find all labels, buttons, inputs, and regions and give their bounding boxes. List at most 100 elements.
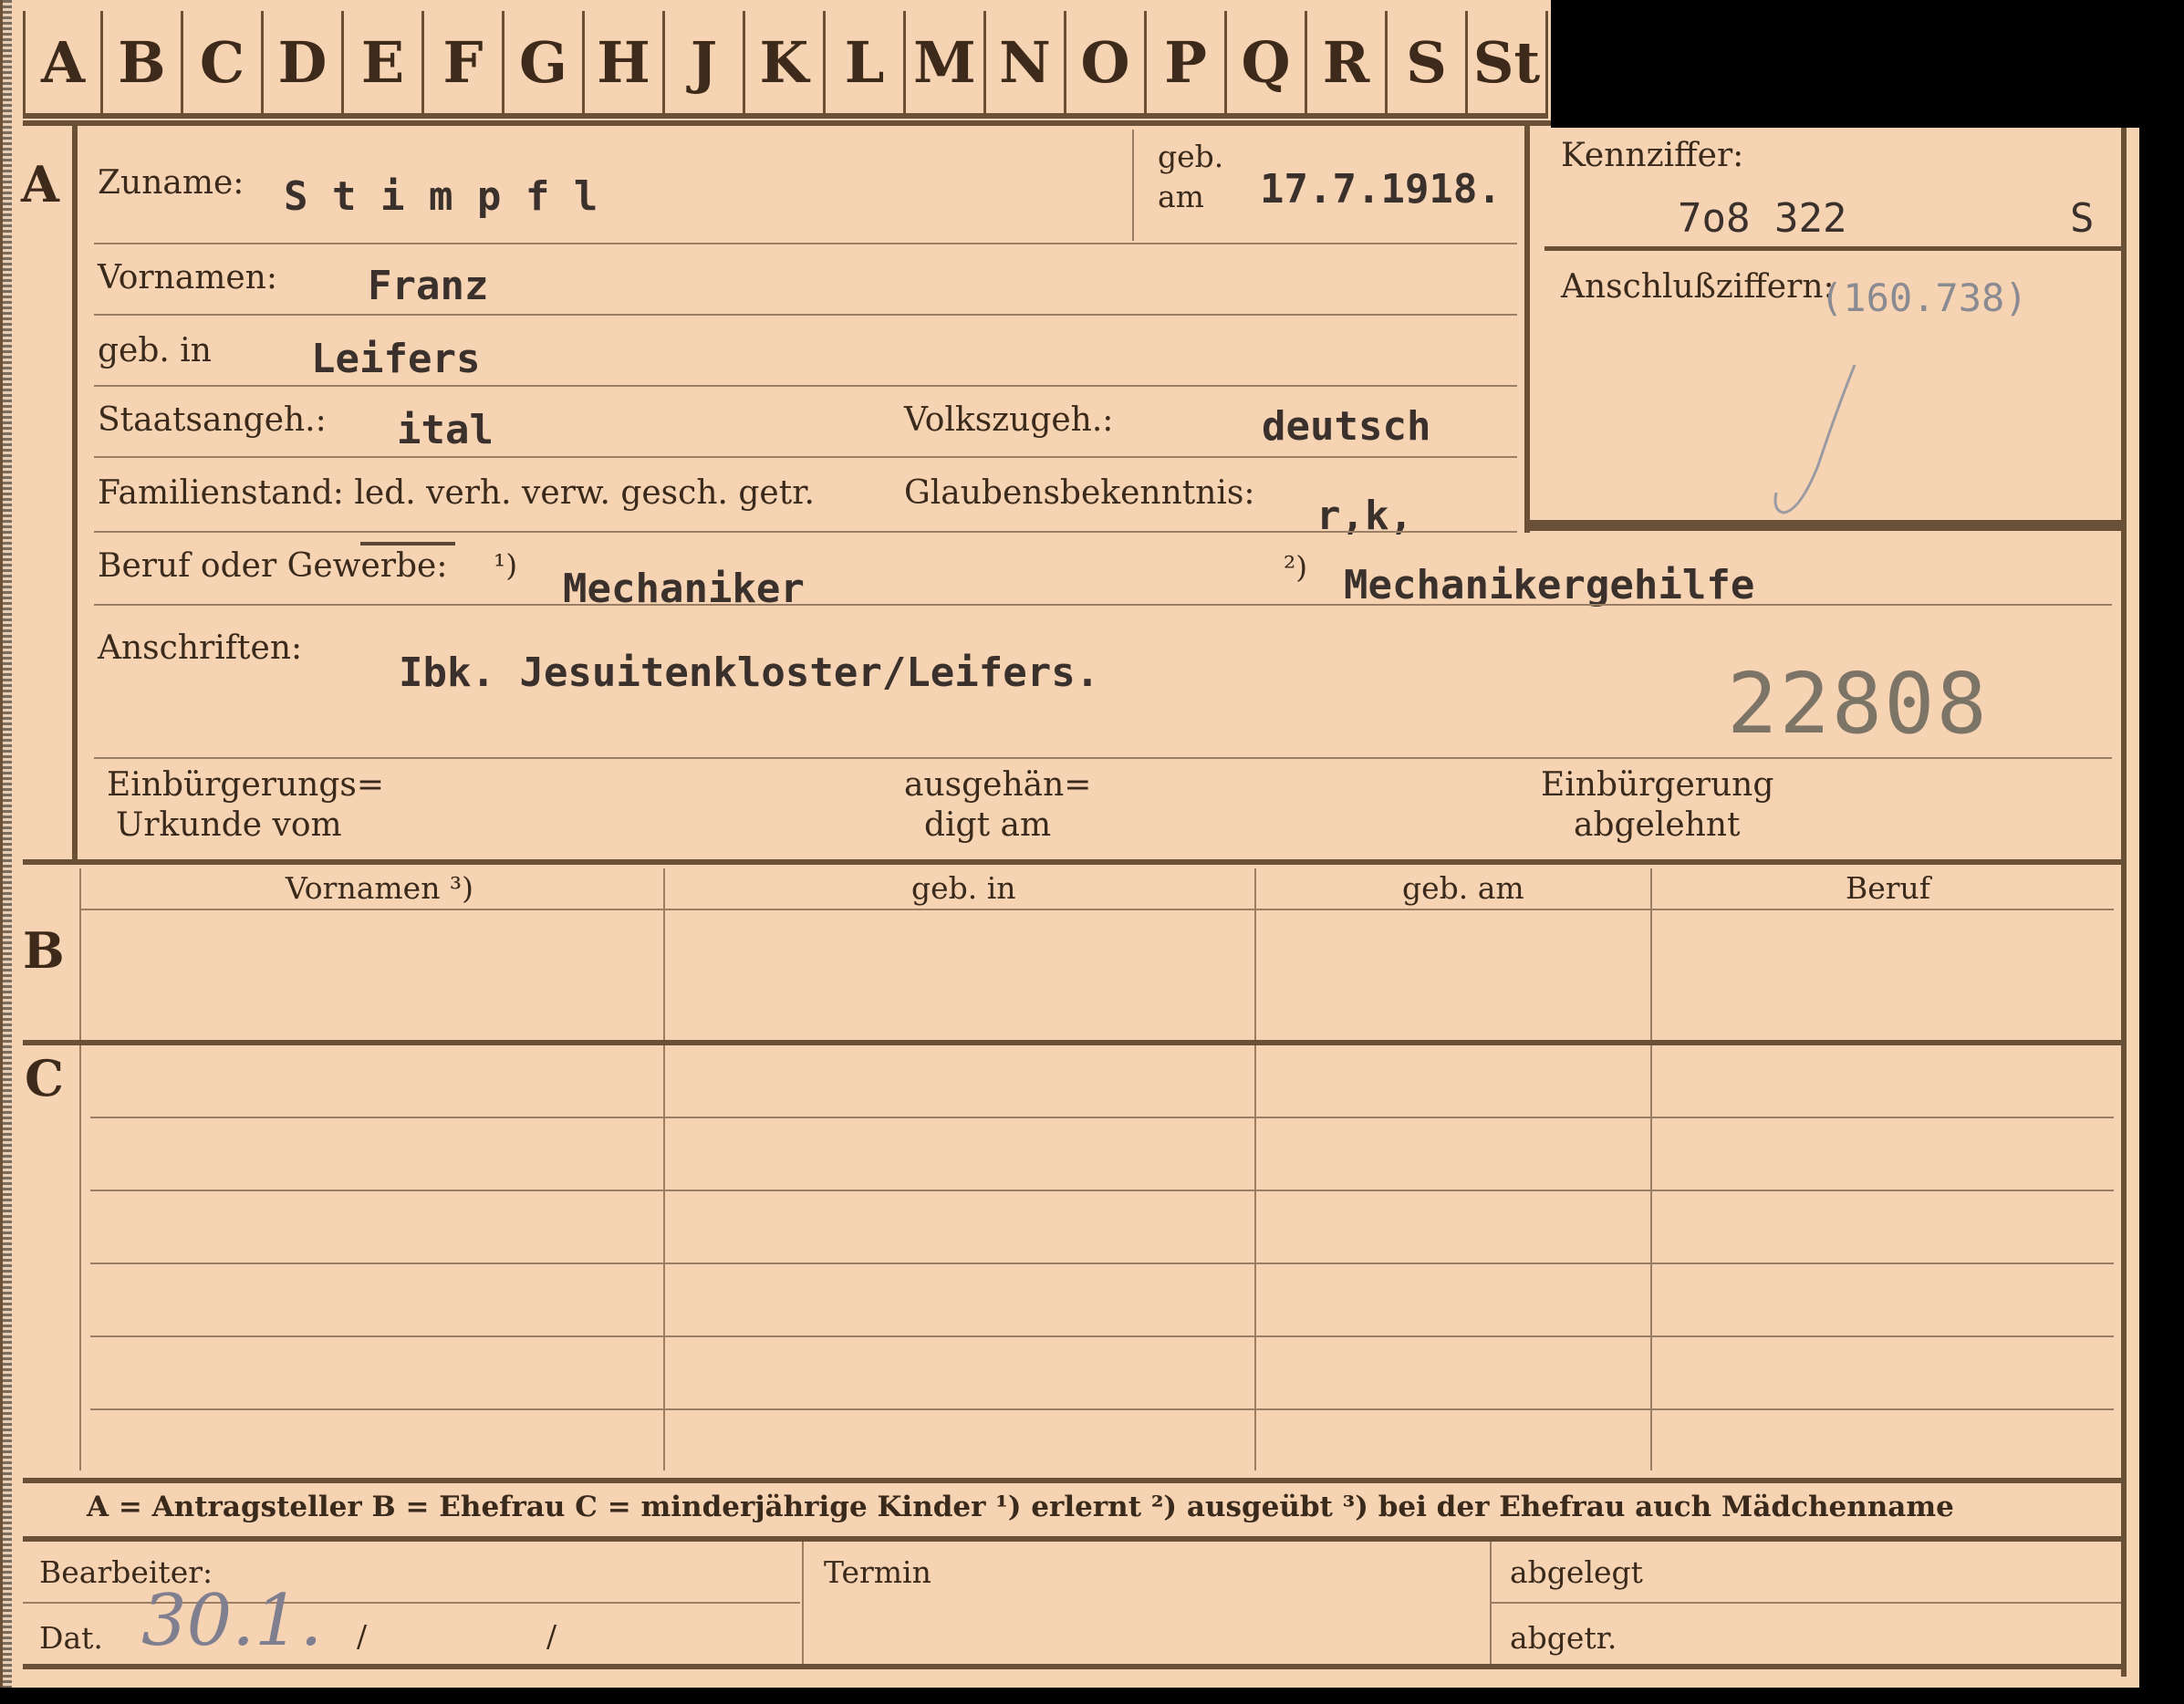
- section-letter-b: B: [23, 921, 65, 980]
- scan-background-right: [2139, 128, 2184, 1704]
- frame-right: [2121, 126, 2127, 1677]
- row-line: [94, 314, 1517, 316]
- tab-c[interactable]: C: [183, 11, 264, 119]
- table-row-line: [90, 1190, 2114, 1191]
- tab-m[interactable]: M: [906, 11, 986, 119]
- row-line: [94, 456, 1517, 458]
- row-line: [94, 604, 2112, 606]
- profession-practiced-value: Mechanikergehilfe: [1344, 562, 1755, 608]
- naturalization-doc-label-2: Urkunde vom: [116, 806, 342, 844]
- table-row-line: [90, 1117, 2114, 1118]
- row-line: [94, 243, 1517, 244]
- birthplace-value: Leifers: [311, 336, 481, 382]
- given-names-value: Franz: [368, 263, 489, 309]
- naturalization-doc-label-1: Einbürgerungs=: [107, 766, 385, 804]
- id-box-left: [1524, 122, 1530, 533]
- tab-d[interactable]: D: [264, 11, 344, 119]
- legend-top-line: [23, 1478, 2127, 1483]
- profession-label: Beruf oder Gewerbe:: [98, 547, 448, 585]
- surname-label: Zuname:: [98, 164, 244, 202]
- tab-s[interactable]: S: [1388, 11, 1468, 119]
- section-letter-c: C: [25, 1049, 64, 1107]
- citizenship-value: ital: [397, 407, 494, 453]
- tab-st[interactable]: St: [1468, 11, 1548, 119]
- col-header-birthdate: geb. am: [1402, 870, 1524, 906]
- abgetr-label: abgetr.: [1510, 1620, 1617, 1656]
- born-date-divider: [1132, 130, 1134, 241]
- id-label: Kennziffer:: [1561, 137, 1744, 174]
- id-suffix: S: [2070, 195, 2095, 242]
- address-value: Ibk. Jesuitenkloster/Leifers.: [399, 649, 1100, 696]
- row-line: [94, 385, 1517, 387]
- reference-label: Anschlußziffern:: [1561, 268, 1835, 306]
- footer-line: [23, 1602, 800, 1604]
- tab-f[interactable]: F: [424, 11, 504, 119]
- citizenship-label: Staatsangeh.:: [98, 401, 327, 439]
- tab-o[interactable]: O: [1066, 11, 1147, 119]
- scan-background-bottom: [0, 1688, 2184, 1704]
- table-row-line: [90, 1335, 2114, 1337]
- table-row-line: [90, 1408, 2114, 1410]
- ethnicity-label: Volkszugeh.:: [904, 401, 1114, 439]
- religion-label: Glaubensbekenntnis:: [904, 474, 1255, 512]
- table-col-divider: [1254, 868, 1256, 1470]
- tab-p[interactable]: P: [1147, 11, 1227, 119]
- tab-k[interactable]: K: [745, 11, 826, 119]
- legend-bottom-line: [23, 1536, 2127, 1542]
- section-letter-a: A: [21, 155, 59, 213]
- tab-n[interactable]: N: [986, 11, 1066, 119]
- date-slash-1: /: [357, 1618, 368, 1654]
- legend-text: A = Antragsteller B = Ehefrau C = minder…: [87, 1491, 1954, 1523]
- handed-over-label-1: ausgehän=: [904, 766, 1092, 804]
- id-value: 7o8 322: [1678, 195, 1847, 242]
- col-header-given-names: Vornamen ³): [286, 870, 474, 906]
- section-ab-separator: [23, 859, 2127, 865]
- table-col-divider: [79, 868, 81, 1470]
- tab-e[interactable]: E: [344, 11, 424, 119]
- profession-note2: ²): [1284, 549, 1308, 585]
- naturalization-refused-label-2: abgelehnt: [1574, 806, 1741, 844]
- handed-over-label-2: digt am: [924, 806, 1052, 844]
- frame-left-section: [72, 120, 78, 859]
- tab-j[interactable]: J: [665, 11, 745, 119]
- birthplace-label: geb. in: [98, 332, 212, 369]
- born-label-line2: am: [1158, 179, 1204, 214]
- surname-value: S t i m p f l: [284, 173, 598, 220]
- table-col-divider: [1650, 868, 1652, 1470]
- scan-background-top-right: [1551, 0, 2184, 128]
- frame-bottom: [23, 1664, 2127, 1669]
- footer-line: [1492, 1602, 2121, 1604]
- date-slash-2: /: [546, 1618, 557, 1654]
- col-header-profession: Beruf: [1846, 870, 1931, 906]
- born-label-line1: geb.: [1158, 139, 1224, 174]
- check-mark-icon: [1773, 364, 1856, 514]
- tab-r[interactable]: R: [1307, 11, 1388, 119]
- tab-l[interactable]: L: [826, 11, 906, 119]
- date-label: Dat.: [39, 1620, 103, 1656]
- marital-status-label: Familienstand: led. verh. verw. gesch. g…: [98, 474, 815, 512]
- row-line: [94, 757, 2112, 759]
- table-col-divider: [663, 868, 665, 1470]
- footer-divider: [802, 1542, 804, 1664]
- tab-h[interactable]: H: [585, 11, 665, 119]
- tab-a[interactable]: A: [23, 11, 103, 119]
- tab-b[interactable]: B: [103, 11, 183, 119]
- id-box-divider: [1544, 246, 2121, 251]
- profession-note1: ¹): [494, 547, 518, 583]
- card-perforated-edge: [3, 0, 12, 1688]
- tab-q[interactable]: Q: [1227, 11, 1307, 119]
- table-row-line: [90, 1262, 2114, 1264]
- born-date-value: 17.7.1918.: [1260, 166, 1502, 213]
- col-header-birthplace: geb. in: [911, 870, 1016, 906]
- row-line: [94, 531, 1517, 533]
- ethnicity-value: deutsch: [1262, 403, 1431, 450]
- tab-g[interactable]: G: [504, 11, 585, 119]
- alphabet-tabs: A B C D E F G H J K L M N O P Q R S St: [23, 11, 1548, 120]
- date-handwritten: 30.1.: [141, 1580, 323, 1662]
- stamp-number: 22808: [1727, 655, 1989, 753]
- given-names-label: Vornamen:: [98, 259, 277, 296]
- section-bc-separator: [23, 1040, 2127, 1045]
- deadline-label: Termin: [824, 1554, 931, 1590]
- filed-label: abgelegt: [1510, 1554, 1643, 1590]
- id-box-bottom: [1524, 520, 2127, 531]
